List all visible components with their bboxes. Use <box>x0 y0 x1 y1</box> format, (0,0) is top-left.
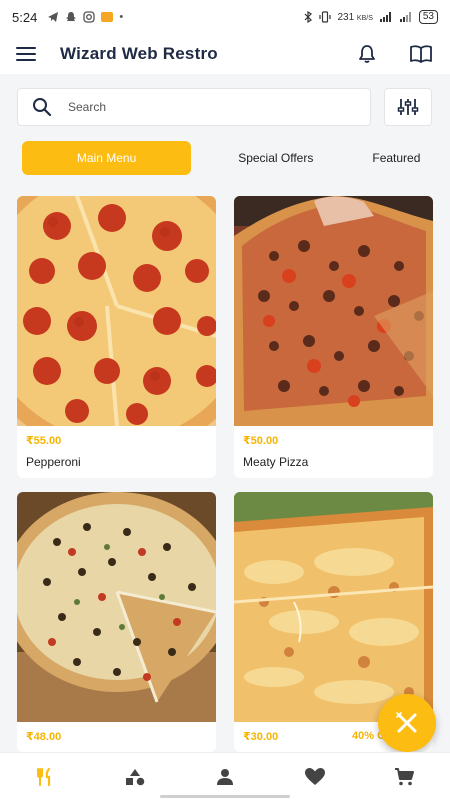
app-bar: Wizard Web Restro <box>0 34 450 74</box>
pepperoni-pizza-image <box>17 196 216 426</box>
cart-icon <box>395 767 414 785</box>
utensils-icon <box>37 767 51 786</box>
product-price: ₹55.00 <box>26 435 62 447</box>
battery-indicator: 53 <box>418 10 438 24</box>
sliders-icon <box>397 99 419 115</box>
bell-icon[interactable] <box>354 41 380 67</box>
home-indicator <box>160 795 290 798</box>
nav-categories[interactable] <box>115 757 155 797</box>
tab-featured[interactable]: Featured <box>360 141 450 175</box>
meaty-pizza-image <box>234 196 433 426</box>
bottom-navigation <box>0 752 450 800</box>
status-time: 5:24 <box>12 9 38 25</box>
telegram-icon <box>48 12 59 22</box>
product-card[interactable]: ₹55.00 Pepperoni <box>17 196 216 478</box>
product-name: Pepperoni <box>26 455 81 469</box>
heart-icon <box>305 767 325 785</box>
vibrate-icon <box>319 11 332 23</box>
product-price: ₹30.00 <box>243 731 279 743</box>
filter-button[interactable] <box>384 88 432 126</box>
supreme-pizza-image <box>17 492 216 722</box>
bluetooth-icon <box>305 11 313 23</box>
category-tabs: Main Menu Special Offers Featured <box>22 140 450 176</box>
nav-favorites[interactable] <box>295 757 335 797</box>
book-icon[interactable] <box>408 41 434 67</box>
dot-icon: • <box>119 11 124 23</box>
product-card[interactable]: ₹50.00 Meaty Pizza <box>234 196 433 478</box>
nav-profile[interactable] <box>205 757 245 797</box>
fab-button[interactable] <box>378 694 436 752</box>
instagram-icon <box>83 11 95 23</box>
categories-icon <box>126 768 145 785</box>
tab-main-menu[interactable]: Main Menu <box>22 141 192 175</box>
product-price: ₹48.00 <box>26 731 62 743</box>
product-card[interactable]: ₹48.00 <box>17 492 216 752</box>
notification-icons: • <box>47 11 123 23</box>
snapchat-icon <box>66 12 77 21</box>
product-name: Meaty Pizza <box>243 455 309 469</box>
search-bar[interactable] <box>17 88 371 126</box>
cheese-pizza-image <box>234 492 433 722</box>
signal-2-icon <box>399 12 411 22</box>
app-notification-icon <box>101 12 114 22</box>
product-price: ₹50.00 <box>243 435 279 447</box>
app-bar-actions <box>354 41 434 67</box>
tab-special-offers[interactable]: Special Offers <box>191 141 360 175</box>
utensils-cross-icon <box>396 712 417 733</box>
app-title: Wizard Web Restro <box>60 44 218 63</box>
menu-icon[interactable] <box>16 42 40 66</box>
search-icon <box>33 98 52 117</box>
signal-icon <box>379 12 391 22</box>
nav-menu[interactable] <box>25 757 65 797</box>
network-speed: 231 KB/S <box>337 11 373 23</box>
nav-cart[interactable] <box>385 757 425 797</box>
search-input[interactable] <box>68 100 328 114</box>
status-bar: 5:24 • 231 KB/S 53 <box>0 0 450 34</box>
profile-icon <box>217 768 233 785</box>
system-icons: 231 KB/S 53 <box>303 10 438 24</box>
